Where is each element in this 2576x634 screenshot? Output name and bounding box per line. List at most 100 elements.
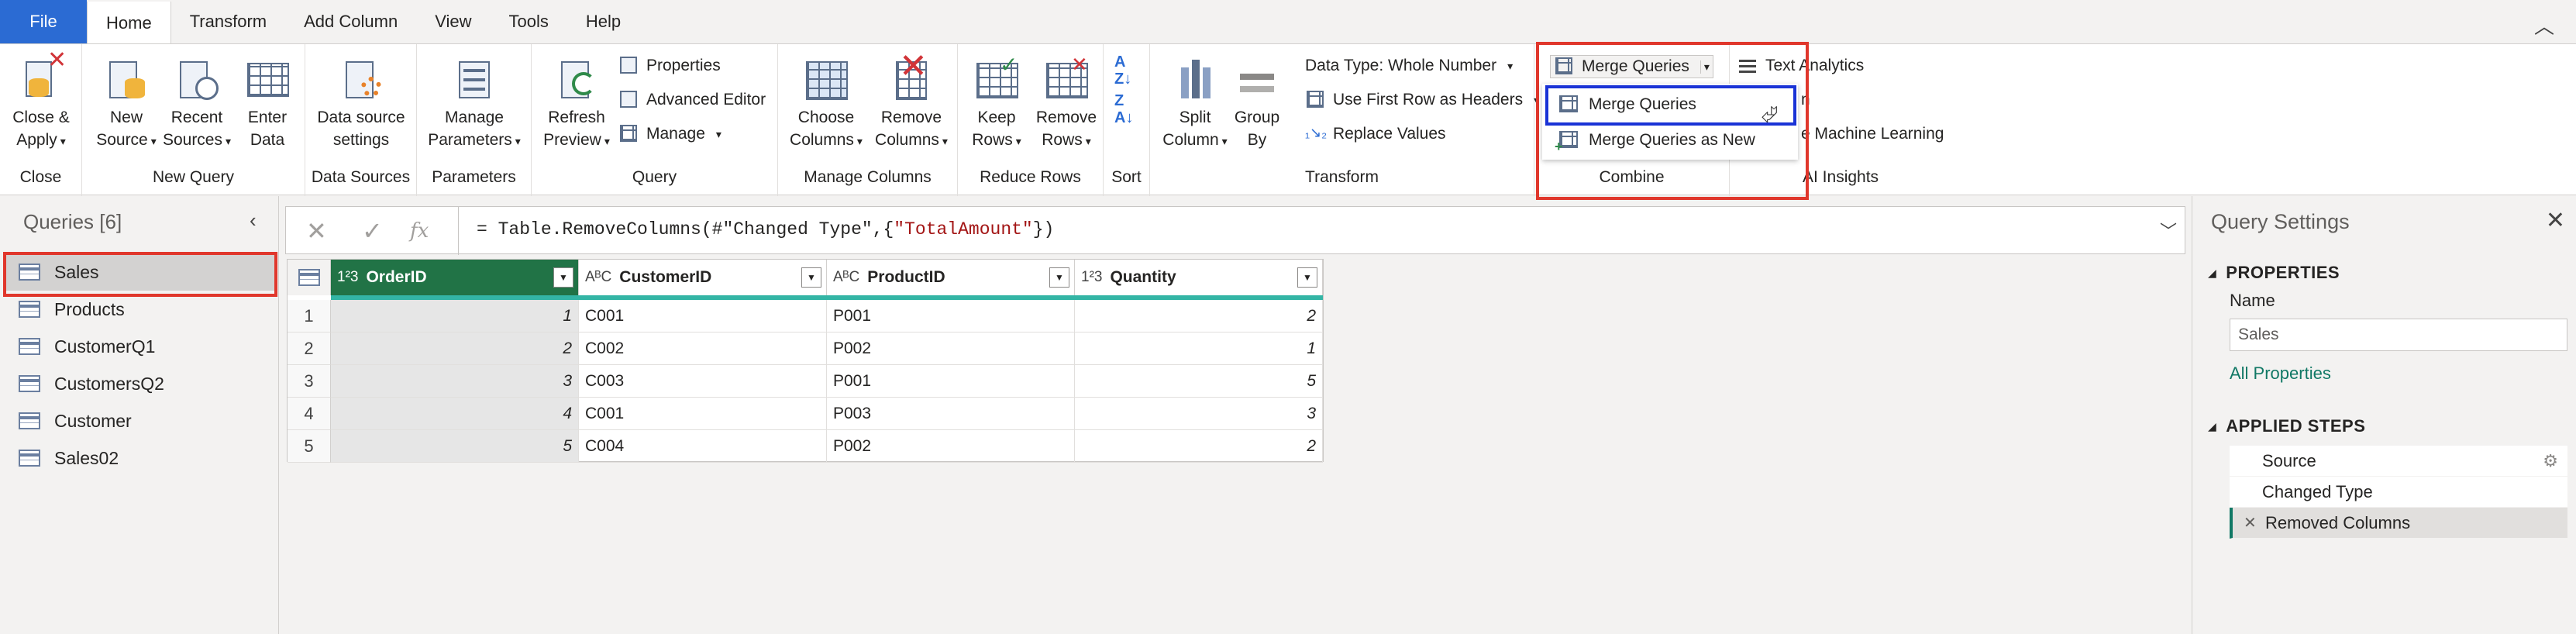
remove-rows-button[interactable]: ✕ Remove Rows ▾ [1032, 53, 1100, 153]
refresh-preview-button[interactable]: Refresh Preview ▾ [538, 53, 615, 153]
applied-steps-list: Source ⚙ Changed Type ✕ Removed Columns [2230, 446, 2567, 539]
table-icon [298, 269, 320, 286]
remove-columns-button[interactable]: ✕ Remove Columns ▾ [870, 50, 953, 153]
new-source-button[interactable]: New Source ▾ [96, 53, 157, 153]
close-apply-icon: ✕ [18, 49, 67, 102]
sort-descending-icon[interactable]: Z A↓ [1114, 92, 1133, 126]
table-icon [19, 412, 40, 429]
manage-icon [618, 125, 639, 143]
filter-dropdown-icon[interactable]: ▼ [801, 267, 821, 288]
group-by-icon [1234, 53, 1280, 102]
data-preview-grid: 1²3 OrderID ▼ AᴮC CustomerID ▼ AᴮC Produ… [287, 259, 1324, 463]
menu-item-merge-queries-as-new[interactable]: + Merge Queries as New [1542, 122, 1798, 158]
filter-dropdown-icon[interactable]: ▼ [553, 267, 573, 288]
headers-icon [1305, 91, 1325, 109]
function-icon[interactable]: fx [410, 219, 429, 243]
step-changed-type[interactable]: Changed Type [2230, 477, 2567, 508]
formula-text[interactable]: = Table.RemoveColumns(#"Changed Type",{"… [477, 219, 1054, 239]
remove-rows-icon: ✕ [1043, 53, 1090, 102]
close-icon[interactable]: ✕ [2546, 207, 2565, 234]
group-new-query: New Source ▾ Recent Sources ▾ Enter Data N… [82, 44, 305, 196]
column-header-orderid[interactable]: 1²3 OrderID ▼ [331, 260, 579, 295]
applied-steps-section-header[interactable]: ◢ APPLIED STEPS [2208, 416, 2365, 436]
tab-tools[interactable]: Tools [490, 0, 567, 43]
query-item-customer[interactable]: Customer [5, 402, 276, 439]
table-icon [19, 301, 40, 318]
merge-queries-as-new-icon: + [1555, 131, 1578, 154]
table-icon [19, 338, 40, 355]
close-apply-button[interactable]: ✕ Close & Apply ▾ [8, 49, 74, 153]
tab-view[interactable]: View [416, 0, 490, 43]
formula-bar: ✕ ✓ fx = Table.RemoveColumns(#"Changed T… [285, 206, 2185, 255]
properties-button[interactable]: Properties [618, 57, 721, 75]
collapse-panel-icon[interactable]: ‹ [250, 208, 257, 233]
split-column-icon [1172, 53, 1218, 102]
step-source[interactable]: Source ⚙ [2230, 446, 2567, 477]
tab-home[interactable]: Home [87, 2, 171, 45]
tab-file[interactable]: File [0, 0, 87, 43]
properties-icon [618, 57, 639, 75]
keep-rows-button[interactable]: ✓ Keep Rows ▾ [964, 53, 1029, 153]
remove-columns-icon: ✕ [888, 50, 935, 102]
azure-ml-button[interactable]: e Machine Learning [1801, 125, 1944, 143]
keep-rows-icon: ✓ [973, 53, 1020, 102]
query-item-customerq1[interactable]: CustomerQ1 [5, 328, 276, 365]
delete-step-icon[interactable]: ✕ [2244, 508, 2257, 539]
advanced-editor-button[interactable]: Advanced Editor [618, 91, 766, 109]
manage-button[interactable]: Manage ▾ [618, 125, 721, 143]
selected-query-highlight-box [3, 252, 277, 297]
filter-dropdown-icon[interactable]: ▼ [1049, 267, 1069, 288]
expand-formula-icon[interactable]: ﹀ [2160, 218, 2177, 243]
collapse-triangle-icon: ◢ [2208, 419, 2217, 432]
collapse-triangle-icon: ◢ [2208, 266, 2217, 279]
manage-parameters-button[interactable]: Manage Parameters ▾ [422, 53, 527, 153]
tab-help[interactable]: Help [567, 0, 639, 43]
recent-sources-button[interactable]: Recent Sources ▾ [160, 53, 234, 153]
group-parameters: Manage Parameters ▾ Parameters [417, 44, 532, 196]
query-item-sales02[interactable]: Sales02 [5, 439, 276, 477]
tab-transform[interactable]: Transform [171, 0, 285, 43]
choose-columns-button[interactable]: Choose Columns ▾ [784, 53, 868, 153]
column-header-quantity[interactable]: 1²3 Quantity ▼ [1075, 260, 1323, 295]
enter-data-button[interactable]: Enter Data [237, 53, 298, 151]
recent-sources-icon [174, 53, 220, 102]
properties-section-header[interactable]: ◢ PROPERTIES [2208, 263, 2340, 283]
advanced-editor-icon [618, 91, 639, 109]
table-icon [244, 53, 291, 102]
replace-values-button[interactable]: ₁↘₂ Replace Values [1305, 125, 1446, 143]
commit-formula-icon[interactable]: ✓ [362, 216, 383, 246]
ai-insights-label: AI Insights [1803, 168, 1879, 186]
gear-icon[interactable]: ⚙ [2543, 446, 2558, 477]
data-source-settings-button[interactable]: Data source settings [312, 53, 411, 151]
data-source-settings-icon [338, 53, 384, 102]
name-label: Name [2230, 291, 2275, 310]
group-data-sources: Data source settings Data Sources [305, 44, 417, 196]
query-item-customersq2[interactable]: CustomersQ2 [5, 365, 276, 402]
sort-ascending-icon[interactable]: A Z↓ [1114, 53, 1131, 88]
replace-values-icon: ₁↘₂ [1305, 125, 1328, 140]
column-header-productid[interactable]: AᴮC ProductID ▼ [827, 260, 1075, 295]
group-reduce-rows: ✓ Keep Rows ▾ ✕ Remove Rows ▾ Reduce Rows [958, 44, 1104, 196]
column-header-customerid[interactable]: AᴮC CustomerID ▼ [579, 260, 827, 295]
filter-dropdown-icon[interactable]: ▼ [1297, 267, 1317, 288]
table-menu-button[interactable] [288, 260, 331, 295]
merge-queries-highlight-box [1545, 85, 1796, 126]
use-first-row-headers-button[interactable]: Use First Row as Headers ▾ [1305, 91, 1539, 109]
group-close: ✕ Close & Apply ▾ Close [0, 44, 82, 196]
tab-add-column[interactable]: Add Column [285, 0, 416, 43]
collapse-ribbon-icon[interactable]: ︿ [2534, 11, 2554, 40]
group-query: Refresh Preview ▾ Properties Advanced Edi… [532, 44, 778, 196]
step-removed-columns[interactable]: ✕ Removed Columns [2230, 508, 2567, 539]
table-icon [19, 375, 40, 392]
choose-columns-icon [803, 53, 849, 102]
query-settings-panel: Query Settings ✕ ◢ PROPERTIES Name Sales… [2192, 196, 2576, 634]
data-type-dropdown[interactable]: Data Type: Whole Number ▾ [1305, 57, 1513, 75]
query-settings-title: Query Settings [2211, 210, 2350, 233]
group-sort: A Z↓ Z A↓ Sort [1104, 44, 1150, 196]
table-icon [19, 450, 40, 467]
split-column-button[interactable]: Split Column ▾ [1158, 53, 1232, 153]
cancel-formula-icon[interactable]: ✕ [306, 216, 327, 246]
all-properties-link[interactable]: All Properties [2230, 364, 2331, 384]
group-by-button[interactable]: Group By [1232, 53, 1282, 151]
query-name-input[interactable]: Sales [2230, 319, 2567, 351]
